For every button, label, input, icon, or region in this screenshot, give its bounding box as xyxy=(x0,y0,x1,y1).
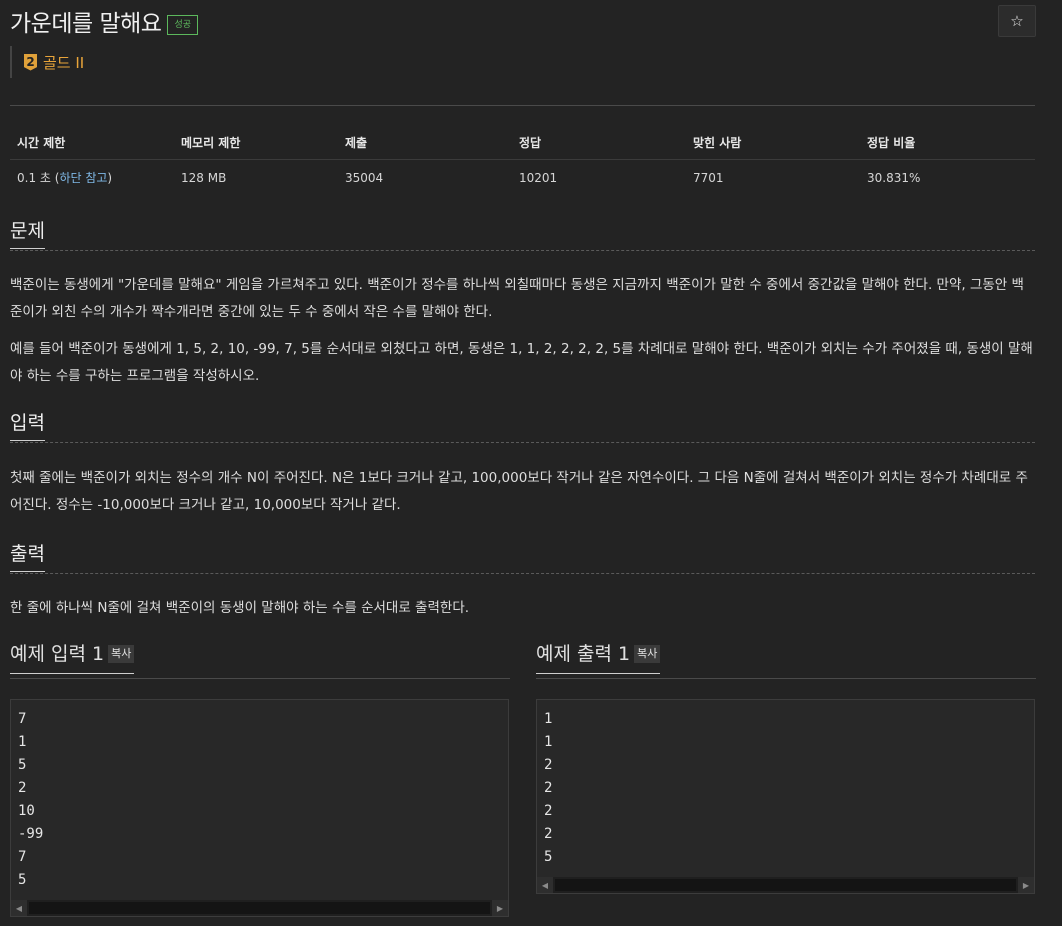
divider xyxy=(10,105,1035,106)
ratio-cell: 30.831% xyxy=(867,170,921,185)
problem-title: 가운데를 말해요 xyxy=(10,11,162,37)
scrollbar-thumb[interactable] xyxy=(555,879,1016,891)
sample-input-scrollbar[interactable]: ◀ ▶ xyxy=(11,900,508,916)
memory-limit-cell: 128 MB xyxy=(181,170,227,185)
scrollbar-thumb[interactable] xyxy=(29,902,490,914)
sample-output-header: 예제 출력 1 복사 xyxy=(536,640,1036,679)
problem-heading: 문제 xyxy=(10,218,45,249)
sample-input-box[interactable]: 7 1 5 2 10 -99 7 5 ◀ ▶ xyxy=(10,699,509,917)
scroll-left-icon[interactable]: ◀ xyxy=(537,877,553,893)
stats-table: 시간 제한 메모리 제한 제출 정답 맞힌 사람 정답 비율 0.1 초 (하단… xyxy=(10,126,1035,195)
scroll-right-icon[interactable]: ▶ xyxy=(492,900,508,916)
solvers-cell: 7701 xyxy=(693,170,724,185)
header-memory-limit: 메모리 제한 xyxy=(174,126,338,160)
input-heading: 입력 xyxy=(10,410,45,441)
tier-label[interactable]: 골드 II xyxy=(43,52,84,73)
submissions-cell: 35004 xyxy=(345,170,384,185)
status-badge: 성공 xyxy=(167,15,198,35)
input-description: 첫째 줄에는 백준이가 외치는 정수의 개수 N이 주어진다. N은 1보다 크… xyxy=(10,470,1028,513)
problem-description-1: 백준이는 동생에게 "가운데를 말해요" 게임을 가르쳐주고 있다. 백준이가 … xyxy=(10,277,1024,320)
header-time-limit: 시간 제한 xyxy=(10,126,174,160)
sample-input-header: 예제 입력 1 복사 xyxy=(10,640,510,679)
output-description: 한 줄에 하나씩 N줄에 걸쳐 백준이의 동생이 말해야 하는 수를 순서대로 … xyxy=(10,600,470,616)
scroll-right-icon[interactable]: ▶ xyxy=(1018,877,1034,893)
title-row: 가운데를 말해요 성공 xyxy=(10,4,198,38)
copy-input-button[interactable]: 복사 xyxy=(108,645,135,663)
scroll-left-icon[interactable]: ◀ xyxy=(11,900,27,916)
input-section-header: 입력 xyxy=(10,410,1035,443)
output-section-header: 출력 xyxy=(10,541,1035,574)
problem-section-header: 문제 xyxy=(10,218,1035,251)
copy-output-button[interactable]: 복사 xyxy=(634,645,661,663)
sample-output-data: 1 1 2 2 2 2 5 xyxy=(544,711,553,865)
time-limit-note-link[interactable]: 하단 참고 xyxy=(59,171,107,185)
problem-description-2: 예를 들어 백준이가 동생에게 1, 5, 2, 10, -99, 7, 5를 … xyxy=(10,341,1033,384)
sample-output-scrollbar[interactable]: ◀ ▶ xyxy=(537,877,1034,893)
favorite-star-button[interactable]: ☆ xyxy=(998,5,1036,37)
gold-tier-icon: 2 xyxy=(24,53,37,71)
output-heading: 출력 xyxy=(10,541,45,572)
sample-input-data: 7 1 5 2 10 -99 7 5 xyxy=(18,711,44,888)
time-limit-cell: 0.1 초 (하단 참고) xyxy=(17,171,113,185)
accepted-cell: 10201 xyxy=(519,170,558,185)
stats-row: 0.1 초 (하단 참고) 128 MB 35004 10201 7701 30… xyxy=(10,160,1035,196)
header-ratio: 정답 비율 xyxy=(860,126,1035,160)
stats-header-row: 시간 제한 메모리 제한 제출 정답 맞힌 사람 정답 비율 xyxy=(10,126,1035,160)
header-accepted: 정답 xyxy=(512,126,686,160)
tier-indicator: 2 골드 II xyxy=(10,46,84,78)
sample-output-box[interactable]: 1 1 2 2 2 2 5 ◀ ▶ xyxy=(536,699,1035,894)
header-submissions: 제출 xyxy=(338,126,512,160)
header-solvers: 맞힌 사람 xyxy=(686,126,860,160)
sample-input-title: 예제 입력 1 복사 xyxy=(10,640,135,674)
star-icon: ☆ xyxy=(1010,12,1024,30)
sample-output-title: 예제 출력 1 복사 xyxy=(536,640,661,674)
